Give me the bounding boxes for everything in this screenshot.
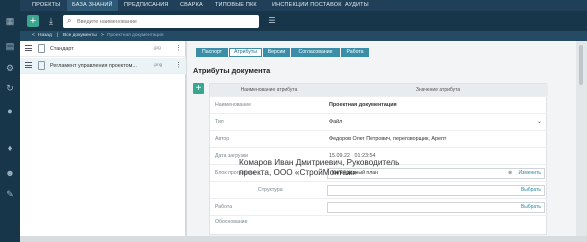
row-label: Тип bbox=[215, 119, 224, 125]
section-title: Атрибуты документа bbox=[193, 66, 271, 75]
dashboard-icon[interactable]: ▦ bbox=[4, 15, 16, 27]
top-nav: ПРОЕКТЫ БАЗА ЗНАНИЙ ПРЕДПИСАНИЯ СВАРКА Т… bbox=[20, 0, 587, 11]
work-field[interactable]: Выбрать bbox=[327, 202, 545, 213]
table-row: Структура Выбрать bbox=[210, 181, 548, 198]
structure-field[interactable]: Выбрать bbox=[327, 185, 545, 196]
tab-work[interactable]: Работа bbox=[341, 48, 369, 57]
search-input[interactable] bbox=[77, 16, 255, 27]
drag-handle-icon[interactable] bbox=[25, 45, 32, 51]
list-item-ext: .png bbox=[153, 63, 163, 68]
add-attribute-button[interactable]: + bbox=[193, 83, 204, 94]
scrollbar-thumb[interactable] bbox=[579, 45, 583, 85]
app-window: ▦ ▤ ⚙ ↻ ● ♦ ☻ ✎ ПРОЕКТЫ БАЗА ЗНАНИЙ ПРЕД… bbox=[0, 0, 587, 242]
tooltip-line: проекта, ООО «СтройМонтаж» bbox=[239, 167, 358, 177]
documents-icon[interactable]: ▤ bbox=[4, 40, 16, 52]
table-header: Наименование атрибута Значение атрибута bbox=[210, 84, 548, 96]
file-icon bbox=[38, 44, 45, 53]
nav-audits[interactable]: АУДИТЫ bbox=[345, 0, 369, 11]
nav-typical-pkk[interactable]: ТИПОВЫЕ ПКК bbox=[215, 0, 257, 11]
table-row: Работа Выбрать bbox=[210, 198, 548, 215]
nav-prescriptions[interactable]: ПРЕДПИСАНИЯ bbox=[124, 0, 169, 11]
row-value: Федоров Олег Петрович, переговорщик, Аре… bbox=[329, 136, 447, 142]
table-row: Автор Федоров Олег Петрович, переговорщи… bbox=[210, 130, 548, 147]
document-list: Стандарт .jpg ⋮ Регламент управления про… bbox=[20, 41, 186, 236]
tab-attributes[interactable]: Атрибуты bbox=[229, 48, 262, 57]
table-row: Обоснование bbox=[210, 215, 548, 232]
search-box: ⌕ bbox=[63, 15, 259, 28]
edit-icon[interactable]: ✎ bbox=[4, 188, 16, 200]
row-label: Работа bbox=[215, 204, 233, 210]
nav-supply-inspections[interactable]: ИНСПЕКЦИИ ПОСТАВОК bbox=[272, 0, 342, 11]
column-header-name: Наименование атрибута bbox=[240, 87, 298, 93]
info-icon[interactable]: ● bbox=[4, 105, 16, 117]
nav-knowledge-base[interactable]: БАЗА ЗНАНИЙ bbox=[67, 0, 118, 11]
add-button[interactable]: + bbox=[27, 15, 39, 27]
breadcrumb: < Назад | Все документы > Проектная доку… bbox=[20, 31, 587, 41]
select-button[interactable]: Выбрать bbox=[521, 203, 541, 212]
search-icon: ⌕ bbox=[67, 16, 72, 25]
table-row: Наименование Проектная документация bbox=[210, 96, 548, 113]
change-button[interactable]: Изменить bbox=[518, 169, 541, 178]
drag-handle-icon[interactable] bbox=[25, 62, 32, 68]
breadcrumb-back[interactable]: Назад bbox=[38, 31, 52, 41]
nav-welding[interactable]: СВАРКА bbox=[180, 0, 203, 11]
document-panel: Паспорт Атрибуты Версии Согласование Раб… bbox=[187, 41, 576, 236]
more-menu-icon[interactable]: ⋮ bbox=[175, 41, 182, 57]
tab-versions[interactable]: Версии bbox=[263, 48, 290, 57]
row-label: Наименование bbox=[215, 102, 251, 108]
row-value: Проектная документация bbox=[329, 102, 397, 108]
row-label: Автор bbox=[215, 136, 230, 142]
download-icon[interactable]: ⤓ bbox=[45, 15, 57, 27]
tab-approval[interactable]: Согласование bbox=[291, 48, 340, 57]
table-row[interactable]: Тип Файл ⌄ bbox=[210, 113, 548, 130]
breadcrumb-separator: | bbox=[57, 33, 59, 38]
file-icon bbox=[38, 61, 45, 70]
breadcrumb-root[interactable]: Все документы bbox=[63, 31, 97, 41]
more-menu-icon[interactable]: ⋮ bbox=[175, 58, 182, 74]
list-item[interactable]: Стандарт .jpg ⋮ bbox=[20, 41, 186, 57]
row-label: Обоснование bbox=[215, 219, 248, 225]
tooltip-line: Комаров Иван Дмитриевич, Руководитель bbox=[239, 158, 400, 167]
settings-icon[interactable]: ⚙ bbox=[4, 62, 16, 74]
list-item-name: Стандарт bbox=[50, 46, 74, 52]
filter-icon[interactable]: ☰ bbox=[266, 15, 278, 27]
author-tooltip: Комаров Иван Дмитриевич, Руководитель пр… bbox=[239, 158, 399, 177]
left-rail: ▦ ▤ ⚙ ↻ ● ♦ ☻ ✎ bbox=[0, 0, 20, 242]
scrollbar[interactable] bbox=[576, 41, 587, 236]
list-item-ext: .jpg bbox=[153, 46, 161, 51]
toolbar: + ⤓ ⌕ ☰ bbox=[20, 11, 587, 31]
list-item-name: Регламент управления проектом... bbox=[50, 63, 137, 69]
select-button[interactable]: Выбрать bbox=[521, 186, 541, 195]
bottom-edge bbox=[20, 236, 587, 242]
column-header-value: Значение атрибута bbox=[415, 87, 461, 93]
chevron-down-icon[interactable]: ⌄ bbox=[537, 114, 542, 131]
breadcrumb-current: Проектная документация bbox=[107, 33, 164, 38]
tab-passport[interactable]: Паспорт bbox=[196, 48, 228, 57]
list-item[interactable]: Регламент управления проектом... .png ⋮ bbox=[20, 58, 186, 74]
breadcrumb-separator: > bbox=[101, 33, 104, 38]
row-label: Структура bbox=[258, 187, 283, 193]
sync-icon[interactable]: ↻ bbox=[4, 82, 16, 94]
type-select[interactable]: Файл bbox=[329, 114, 342, 131]
clear-icon[interactable]: ⊗ bbox=[508, 169, 512, 178]
notification-icon[interactable]: ♦ bbox=[4, 142, 16, 154]
nav-projects[interactable]: ПРОЕКТЫ bbox=[32, 0, 60, 11]
back-chevron-icon[interactable]: < bbox=[32, 31, 35, 41]
user-icon[interactable]: ☻ bbox=[4, 167, 16, 179]
